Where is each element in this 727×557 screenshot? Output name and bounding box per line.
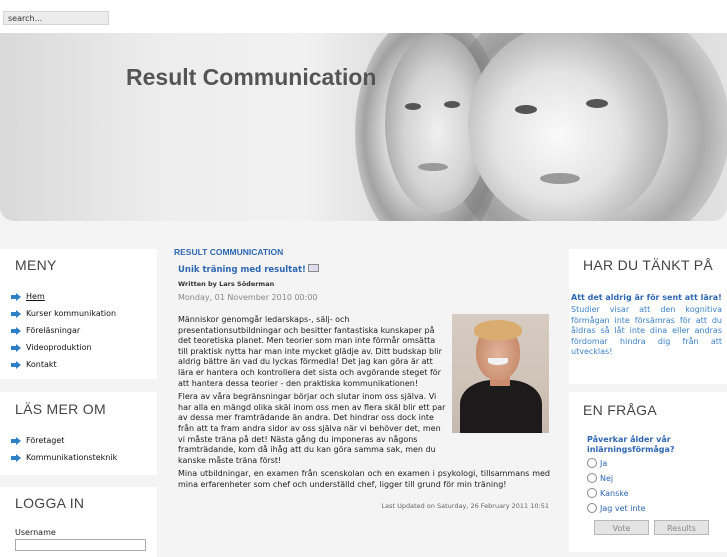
site-title[interactable]: Result Communication	[126, 64, 376, 91]
header-banner: Result Communication	[0, 33, 727, 221]
login-panel: LOGGA IN Username	[0, 487, 157, 557]
radio-button[interactable]	[587, 503, 597, 513]
username-label: Username	[15, 528, 56, 537]
menu-item-kontakt[interactable]: Kontakt	[0, 357, 157, 374]
menu-item-kommunikationsteknik[interactable]: Kommunikationsteknik	[0, 450, 157, 467]
poll-option-kanske[interactable]: Kanske	[587, 488, 629, 498]
banner-photo-lips	[418, 163, 448, 171]
arrow-right-icon	[11, 361, 21, 369]
think-panel: HAR DU TÄNKT PÅ Att det aldrig är för se…	[569, 249, 727, 384]
menu-item-videoproduktion[interactable]: Videoproduktion	[0, 340, 157, 357]
arrow-right-icon	[11, 454, 21, 462]
main-menu: Hem Kurser kommunikation Föreläsningar V…	[0, 289, 157, 374]
menu-item-forelasningar[interactable]: Föreläsningar	[0, 323, 157, 340]
section-title: RESULT COMMUNICATION	[174, 247, 284, 257]
read-more-title: LÄS MER OM	[15, 401, 106, 417]
menu-panel: MENY Hem Kurser kommunikation Föreläsnin…	[0, 249, 157, 379]
radio-button[interactable]	[587, 458, 597, 468]
read-more-panel: LÄS MER OM Företaget Kommunikationstekni…	[0, 392, 157, 475]
poll-question: Påverkar ålder vår inlärningsförmåga?	[587, 435, 675, 454]
email-icon[interactable]	[307, 264, 319, 272]
poll-option-ja[interactable]: Ja	[587, 458, 607, 468]
banner-photo-eye	[586, 99, 608, 108]
arrow-right-icon	[11, 310, 21, 318]
banner-photo-eye	[444, 101, 460, 108]
menu-item-foretaget[interactable]: Företaget	[0, 433, 157, 450]
think-title: HAR DU TÄNKT PÅ	[583, 257, 714, 273]
think-question: Att det aldrig är för sent att lära!	[571, 293, 722, 302]
banner-photo-lips	[540, 173, 580, 184]
banner-photo-eye	[405, 103, 421, 110]
arrow-right-icon	[11, 327, 21, 335]
arrow-right-icon	[11, 293, 21, 301]
menu-item-kurser[interactable]: Kurser kommunikation	[0, 306, 157, 323]
username-field[interactable]	[15, 539, 146, 551]
banner-photo-eye	[515, 105, 537, 114]
login-title: LOGGA IN	[15, 495, 85, 511]
article-title[interactable]: Unik träning med resultat!	[178, 265, 306, 275]
poll-option-jag-vet-inte[interactable]: Jag vet inte	[587, 503, 646, 513]
read-more-menu: Företaget Kommunikationsteknik	[0, 433, 157, 467]
menu-item-hem[interactable]: Hem	[0, 289, 157, 306]
article-date: Monday, 01 November 2010 00:00	[178, 293, 318, 302]
arrow-right-icon	[11, 344, 21, 352]
menu-title: MENY	[15, 257, 57, 273]
radio-button[interactable]	[587, 488, 597, 498]
article-body: Människor genomgår ledarskaps-, sälj- oc…	[178, 315, 550, 494]
search-input[interactable]	[3, 11, 109, 25]
think-text: Studier visar att den kognitiva förmågan…	[571, 305, 722, 356]
poll-title: EN FRÅGA	[583, 402, 657, 418]
banner-photo-face-right	[468, 33, 668, 221]
last-updated: Last Updated on Saturday, 26 February 20…	[381, 502, 549, 510]
article-title-link[interactable]: Unik träning med resultat!	[178, 264, 319, 275]
vote-button[interactable]: Vote	[594, 520, 649, 535]
radio-button[interactable]	[587, 473, 597, 483]
arrow-right-icon	[11, 437, 21, 445]
article-paragraph: Flera av våra begränsningar börjar och s…	[178, 392, 446, 465]
poll-panel: EN FRÅGA Påverkar ålder vår inlärningsfö…	[569, 392, 727, 552]
article-paragraph: Mina utbildningar, en examen från scensk…	[178, 469, 550, 489]
top-bar	[0, 0, 727, 33]
article-paragraph: Människor genomgår ledarskaps-, sälj- oc…	[178, 315, 442, 388]
poll-option-nej[interactable]: Nej	[587, 473, 613, 483]
results-button[interactable]: Results	[654, 520, 709, 535]
article-author: Written by Lars Söderman	[178, 280, 275, 288]
